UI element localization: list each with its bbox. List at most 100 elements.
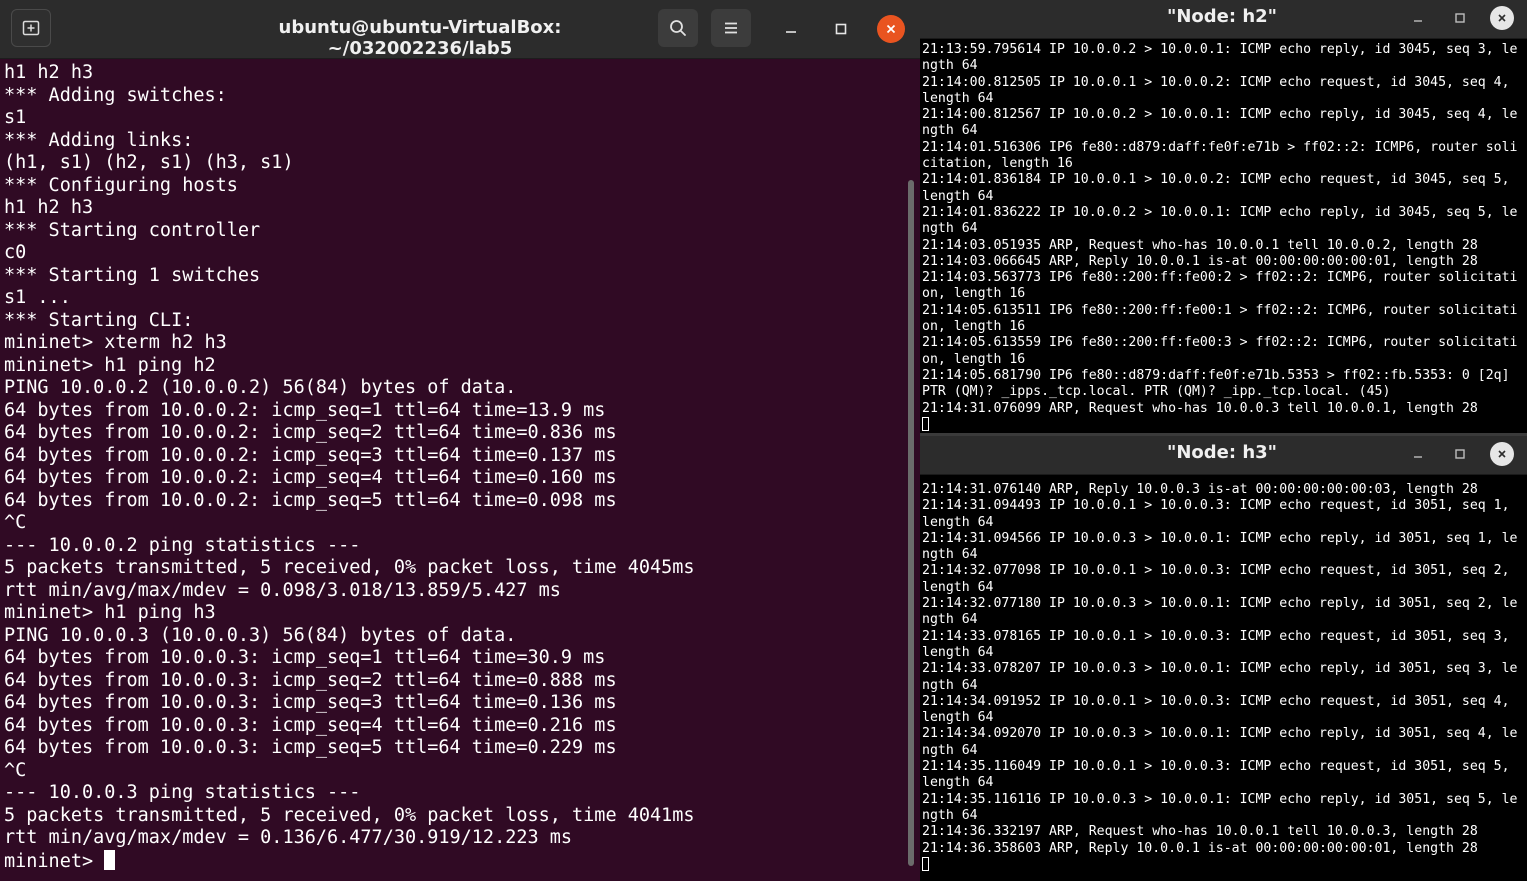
terminal-line: h1 h2 h3 [4,62,94,83]
terminal-line: 64 bytes from 10.0.0.2: icmp_seq=2 ttl=6… [4,422,617,443]
close-icon [1498,14,1506,22]
xterm-line: 21:14:05.613559 IP6 fe80::200:ff:fe00:3 … [922,335,1518,367]
terminal-scrollbar[interactable] [908,180,914,866]
terminal-line: 64 bytes from 10.0.0.2: icmp_seq=1 ttl=6… [4,399,606,421]
xterm-output-h2[interactable]: 21:13:59.795614 IP 10.0.0.2 > 10.0.0.1: … [922,42,1524,433]
xterm-line: 21:14:05.613511 IP6 fe80::200:ff:fe00:1 … [922,302,1518,335]
xterm-line: 21:14:34.091952 IP 10.0.0.1 > 10.0.0.3: … [922,693,1518,726]
terminal-window-title: ubuntu@ubuntu-VirtualBox: ~/032002236/la… [278,17,562,59]
terminal-line: 64 bytes from 10.0.0.2: icmp_seq=3 ttl=6… [4,444,617,466]
xterm-line: 21:14:01.836184 IP 10.0.0.1 > 10.0.0.2: … [922,172,1518,204]
xterm-title-h3: "Node: h3" [1166,442,1278,463]
xterm-h3-maximize-button[interactable] [1447,441,1473,467]
xterm-h3-close-button[interactable] [1490,442,1514,466]
terminal-line: s1 ... [4,287,71,308]
xterm-line: 21:14:31.076140 ARP, Reply 10.0.0.3 is-a… [922,482,1478,497]
xterm-line: 21:14:31.076099 ARP, Request who-has 10.… [922,400,1478,416]
minimize-button[interactable] [776,14,806,44]
terminal-line: 64 bytes from 10.0.0.3: icmp_seq=1 ttl=6… [4,647,606,668]
terminal-line: ^C [4,512,27,533]
xterm-line: 21:14:05.681790 IP6 fe80::d879:daff:fe0f… [922,367,1518,400]
terminal-line: --- 10.0.0.2 ping statistics --- [4,534,361,556]
hamburger-menu-button[interactable] [711,9,751,47]
terminal-line: *** Adding links: [4,129,194,151]
new-tab-icon [22,20,40,36]
xterm-line: 21:14:00.812567 IP 10.0.0.2 > 10.0.0.1: … [922,107,1518,139]
maximize-icon [1455,13,1465,23]
terminal-line: c0 [4,242,27,263]
search-icon [670,20,686,36]
xterm-line: 21:14:35.116116 IP 10.0.0.3 > 10.0.0.1: … [922,791,1518,823]
hamburger-menu-icon [725,22,737,34]
terminal-line: 5 packets transmitted, 5 received, 0% pa… [4,804,695,826]
terminal-line: 64 bytes from 10.0.0.2: icmp_seq=4 ttl=6… [4,467,617,488]
main-terminal-window[interactable]: ubuntu@ubuntu-VirtualBox: ~/032002236/la… [0,0,920,881]
xterm-line: 21:14:31.094566 IP 10.0.0.3 > 10.0.0.1: … [922,530,1518,563]
xterm-line: 21:14:01.516306 IP6 fe80::d879:daff:fe0f… [922,139,1518,172]
prompt-line[interactable]: mininet> [4,849,904,873]
terminal-line: *** Adding switches: [4,84,227,106]
minimize-icon [1414,456,1422,458]
xterm-line: 21:14:03.563773 IP6 fe80::200:ff:fe00:2 … [922,270,1518,302]
terminal-line: PING 10.0.0.3 (10.0.0.3) 56(84) bytes of… [4,624,517,646]
text-cursor [922,416,929,431]
terminal-line: mininet> h1 ping h3 [4,602,216,623]
shell-prompt: mininet> [4,850,105,872]
text-cursor [104,849,116,870]
terminal-line: 64 bytes from 10.0.0.2: icmp_seq=5 ttl=6… [4,489,617,511]
terminal-line: s1 [4,107,27,128]
terminal-line: *** Starting CLI: [4,309,194,331]
xterm-line: 21:14:32.077180 IP 10.0.0.3 > 10.0.0.1: … [922,596,1518,628]
xterm-h3-minimize-button[interactable] [1405,441,1431,467]
xterm-line: 21:14:36.332197 ARP, Request who-has 10.… [922,824,1478,840]
xterm-line: 21:14:35.116049 IP 10.0.0.1 > 10.0.0.3: … [922,759,1518,791]
terminal-output[interactable]: h1 h2 h3 *** Adding switches: s1 *** Adding… [4,62,904,872]
terminal-line: mininet> h1 ping h2 [4,354,216,376]
terminal-line: ^C [4,759,27,781]
xterm-output-h3[interactable]: 21:14:31.076140 ARP, Reply 10.0.0.3 is-a… [922,482,1524,874]
terminal-line: mininet> xterm h2 h3 [4,332,227,353]
xterm-line: 21:14:01.836222 IP 10.0.0.2 > 10.0.0.1: … [922,204,1518,237]
terminal-line: 64 bytes from 10.0.0.3: icmp_seq=2 ttl=6… [4,669,617,691]
xterm-cursor-line[interactable] [922,856,1524,874]
text-cursor [922,856,929,871]
maximize-icon [835,23,847,35]
terminal-titlebar[interactable]: ubuntu@ubuntu-VirtualBox: ~/032002236/la… [0,0,920,59]
terminal-line: 64 bytes from 10.0.0.3: icmp_seq=3 ttl=6… [4,692,617,713]
xterm-title-h2: "Node: h2" [1166,6,1278,27]
terminal-line: (h1, s1) (h2, s1) (h3, s1) [4,152,294,173]
xterm-titlebar-h2[interactable]: "Node: h2" [920,0,1527,39]
search-button[interactable] [658,9,698,47]
maximize-icon [1455,449,1465,459]
terminal-line: h1 h2 h3 [4,197,94,218]
xterm-titlebar-h3[interactable]: "Node: h3" [920,436,1527,475]
terminal-line: *** Configuring hosts [4,174,238,196]
terminal-line: 64 bytes from 10.0.0.3: icmp_seq=4 ttl=6… [4,714,617,736]
terminal-line: --- 10.0.0.3 ping statistics --- [4,782,361,803]
terminal-line: PING 10.0.0.2 (10.0.0.2) 56(84) bytes of… [4,377,517,398]
xterm-h2-minimize-button[interactable] [1405,5,1431,31]
xterm-h2-close-button[interactable] [1490,6,1514,30]
new-tab-button[interactable] [11,9,51,47]
maximize-button[interactable] [826,14,856,44]
xterm-cursor-line[interactable] [922,416,1524,433]
terminal-line: 5 packets transmitted, 5 received, 0% pa… [4,557,695,578]
close-icon [886,24,896,34]
terminal-line: *** Starting controller [4,219,261,241]
terminal-line: rtt min/avg/max/mdev = 0.136/6.477/30.91… [4,827,573,848]
minimize-icon [786,31,796,33]
xterm-line: 21:14:03.066645 ARP, Reply 10.0.0.1 is-a… [922,253,1478,269]
xterm-line: 21:13:59.795614 IP 10.0.0.2 > 10.0.0.1: … [922,42,1518,74]
xterm-line: 21:14:31.094493 IP 10.0.0.1 > 10.0.0.3: … [922,498,1518,530]
xterm-line: 21:14:36.358603 ARP, Reply 10.0.0.1 is-a… [922,840,1478,856]
xterm-window-h2[interactable]: "Node: h2" 21:13:59.795614 IP 10.0.0.2 >… [920,0,1527,433]
xterm-h2-maximize-button[interactable] [1447,5,1473,31]
terminal-line: rtt min/avg/max/mdev = 0.098/3.018/13.85… [4,579,561,601]
xterm-line: 21:14:33.078165 IP 10.0.0.1 > 10.0.0.3: … [922,628,1518,660]
xterm-line: 21:14:03.051935 ARP, Request who-has 10.… [922,237,1478,253]
xterm-window-h3[interactable]: "Node: h3" 21:14:31.076140 ARP, Reply 10… [920,436,1527,881]
close-button[interactable] [877,15,905,43]
close-icon [1498,450,1506,458]
minimize-icon [1414,20,1422,22]
xterm-line: 21:14:00.812505 IP 10.0.0.1 > 10.0.0.2: … [922,74,1518,106]
